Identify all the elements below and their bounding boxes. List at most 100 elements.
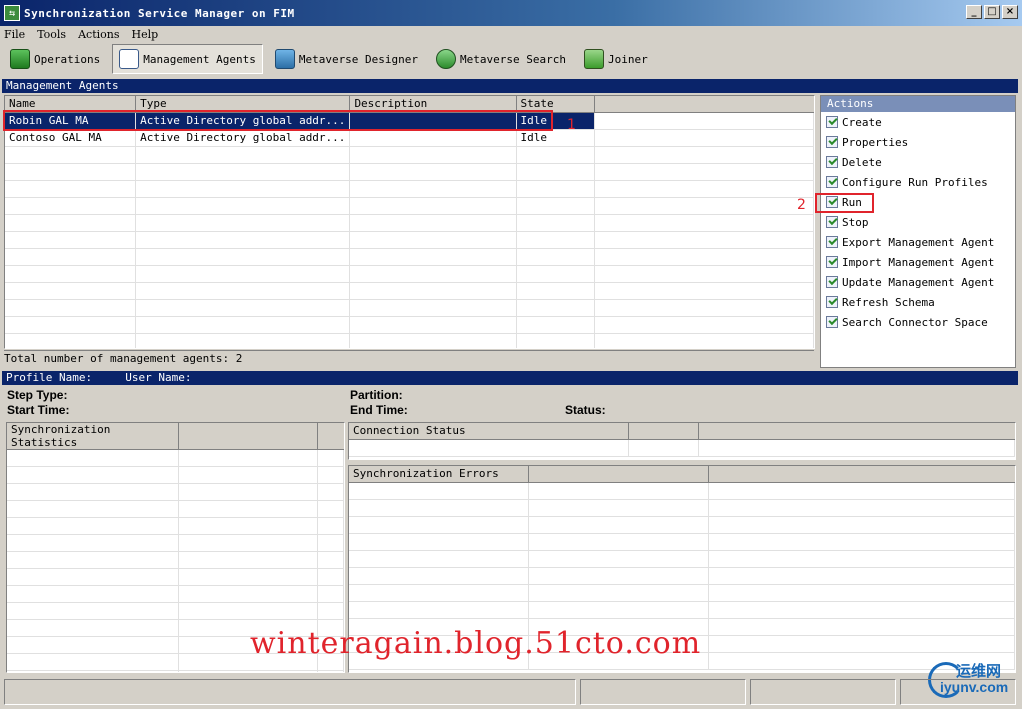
- management-agents-section-title: Management Agents: [2, 79, 1018, 93]
- minimize-button[interactable]: _: [966, 5, 982, 19]
- status-bar-pane-3: [750, 679, 896, 705]
- profile-name-label: Profile Name:: [6, 371, 93, 384]
- empty-row: [349, 550, 1015, 568]
- total-management-agents: Total number of management agents: 2: [4, 350, 814, 366]
- management-agents-grid: Name Type Description State Robin GAL MA…: [4, 95, 815, 349]
- sync-stats-header[interactable]: Synchronization Statistics: [7, 423, 180, 450]
- empty-row: [349, 601, 1015, 619]
- management-agents-button[interactable]: Management Agents: [112, 44, 263, 74]
- check-icon: [826, 116, 838, 128]
- empty-row: [5, 214, 814, 232]
- action-update-management-agent[interactable]: Update Management Agent: [821, 272, 1015, 292]
- empty-row: [5, 299, 814, 317]
- title-bar: ⇆ Synchronization Service Manager on FIM…: [0, 0, 1022, 26]
- check-icon: [826, 236, 838, 248]
- empty-row: [5, 180, 814, 198]
- actions-panel-title: Actions: [821, 96, 1015, 112]
- empty-row: [5, 231, 814, 249]
- annotation-number-1: 1: [567, 117, 576, 133]
- operations-button[interactable]: Operations: [4, 44, 106, 74]
- metaverse-search-button[interactable]: Metaverse Search: [430, 44, 572, 74]
- connection-status-header[interactable]: Connection Status: [349, 423, 630, 440]
- profile-bar: Profile Name: User Name:: [2, 371, 1018, 385]
- metaverse-designer-button[interactable]: Metaverse Designer: [269, 44, 424, 74]
- empty-row: [7, 568, 344, 586]
- check-icon: [826, 136, 838, 148]
- empty-row: [349, 567, 1015, 585]
- empty-row: [7, 670, 344, 672]
- table-row[interactable]: Contoso GAL MA Active Directory global a…: [5, 129, 814, 147]
- actions-panel: Actions Create Properties Delete Configure …: [820, 95, 1016, 368]
- empty-row: [349, 533, 1015, 551]
- empty-row: [5, 333, 814, 348]
- empty-row: [5, 146, 814, 164]
- action-properties[interactable]: Properties: [821, 132, 1015, 152]
- empty-row: [349, 482, 1015, 500]
- empty-row: [5, 163, 814, 181]
- ma-state-cell: Idle: [516, 129, 595, 147]
- end-time-label: End Time:: [350, 403, 408, 417]
- toolbar: Operations Management Agents Metaverse D…: [4, 43, 654, 75]
- status-label: Status:: [565, 403, 606, 417]
- menu-bar: File Tools Actions Help: [0, 26, 1022, 42]
- empty-row: [349, 499, 1015, 517]
- action-stop[interactable]: Stop: [821, 212, 1015, 232]
- empty-row: [7, 602, 344, 620]
- status-bar-pane-4: [900, 679, 1016, 705]
- empty-row: [7, 500, 344, 518]
- start-time-label: Start Time:: [7, 403, 70, 417]
- empty-row: [5, 265, 814, 283]
- check-icon: [826, 176, 838, 188]
- actions-list: Create Properties Delete Configure Run Prof…: [821, 112, 1015, 332]
- connection-status-grid: Connection Status: [348, 422, 1016, 460]
- check-icon: [826, 276, 838, 288]
- check-icon: [826, 216, 838, 228]
- empty-row: [7, 551, 344, 569]
- action-configure-run-profiles[interactable]: Configure Run Profiles: [821, 172, 1015, 192]
- empty-row: [349, 584, 1015, 602]
- management-agents-icon: [119, 49, 140, 69]
- highlight-box-row: [3, 110, 553, 131]
- empty-row: [7, 483, 344, 501]
- menu-actions[interactable]: Actions: [78, 28, 119, 41]
- menu-tools[interactable]: Tools: [37, 28, 66, 41]
- empty-row: [7, 466, 344, 484]
- empty-row: [5, 248, 814, 266]
- empty-row: [7, 534, 344, 552]
- empty-row: [5, 316, 814, 334]
- joiner-button[interactable]: Joiner: [578, 44, 654, 74]
- action-search-connector-space[interactable]: Search Connector Space: [821, 312, 1015, 332]
- empty-row: [7, 449, 344, 467]
- action-delete[interactable]: Delete: [821, 152, 1015, 172]
- close-button[interactable]: ×: [1002, 5, 1018, 19]
- action-refresh-schema[interactable]: Refresh Schema: [821, 292, 1015, 312]
- window-title: Synchronization Service Manager on FIM: [24, 6, 295, 20]
- empty-row: [5, 197, 814, 215]
- check-icon: [826, 316, 838, 328]
- metaverse-search-icon: [436, 49, 457, 69]
- step-type-label: Step Type:: [7, 388, 68, 402]
- partition-label: Partition:: [350, 388, 403, 402]
- action-import-management-agent[interactable]: Import Management Agent: [821, 252, 1015, 272]
- check-icon: [826, 156, 838, 168]
- menu-help[interactable]: Help: [132, 28, 159, 41]
- user-name-label: User Name:: [125, 371, 192, 384]
- ma-type-cell: Active Directory global addr...: [135, 129, 351, 147]
- empty-row: [7, 517, 344, 535]
- maximize-button[interactable]: □: [984, 5, 1000, 19]
- ma-name-cell: Contoso GAL MA: [5, 129, 137, 147]
- metaverse-designer-icon: [274, 49, 295, 69]
- action-create[interactable]: Create: [821, 112, 1015, 132]
- sync-errors-header[interactable]: Synchronization Errors: [349, 466, 530, 483]
- empty-row: [349, 516, 1015, 534]
- empty-row: [7, 585, 344, 603]
- check-icon: [826, 296, 838, 308]
- status-bar-pane-1: [4, 679, 576, 705]
- action-export-management-agent[interactable]: Export Management Agent: [821, 232, 1015, 252]
- annotation-number-2: 2: [797, 197, 806, 213]
- menu-file[interactable]: File: [4, 28, 25, 41]
- column-header-spacer: [594, 96, 814, 113]
- empty-row: [5, 282, 814, 300]
- status-bar-pane-2: [580, 679, 746, 705]
- ma-description-cell: [349, 129, 517, 147]
